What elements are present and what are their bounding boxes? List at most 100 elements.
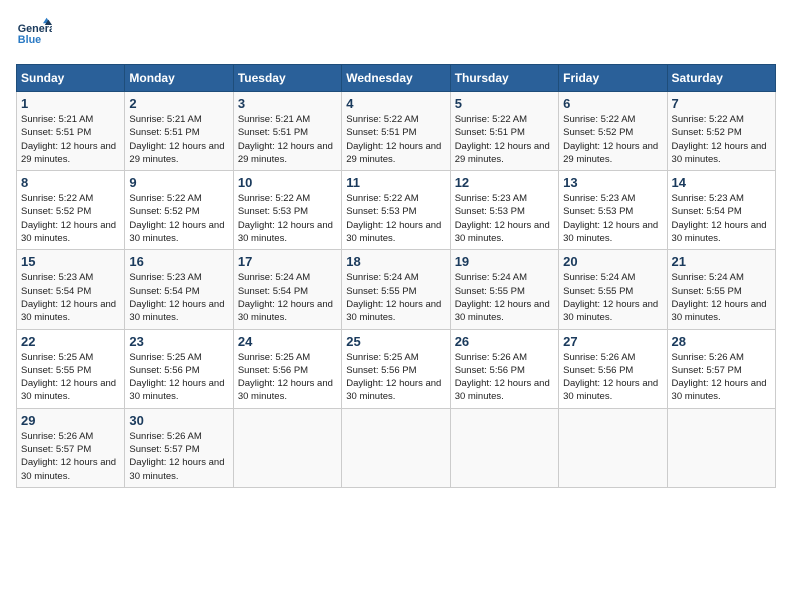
day-number: 11 xyxy=(346,175,445,190)
logo-icon: General Blue xyxy=(16,16,52,52)
empty-cell-4-2 xyxy=(233,408,341,487)
sunrise-label: Sunrise: 5:21 AM xyxy=(238,114,310,125)
day-cell-24: 24 Sunrise: 5:25 AM Sunset: 5:56 PM Dayl… xyxy=(233,329,341,408)
day-cell-30: 30 Sunrise: 5:26 AM Sunset: 5:57 PM Dayl… xyxy=(125,408,233,487)
sunset-label: Sunset: 5:57 PM xyxy=(21,444,91,455)
sunset-label: Sunset: 5:57 PM xyxy=(672,365,742,376)
day-number: 6 xyxy=(563,96,662,111)
daylight-label: Daylight: 12 hours and 30 minutes. xyxy=(21,378,116,402)
sunrise-label: Sunrise: 5:22 AM xyxy=(672,114,744,125)
day-info: Sunrise: 5:24 AM Sunset: 5:54 PM Dayligh… xyxy=(238,271,337,324)
day-number: 23 xyxy=(129,334,228,349)
sunrise-label: Sunrise: 5:24 AM xyxy=(672,272,744,283)
sunset-label: Sunset: 5:55 PM xyxy=(455,286,525,297)
sunrise-label: Sunrise: 5:25 AM xyxy=(238,352,310,363)
sunset-label: Sunset: 5:56 PM xyxy=(346,365,416,376)
day-cell-10: 10 Sunrise: 5:22 AM Sunset: 5:53 PM Dayl… xyxy=(233,171,341,250)
day-cell-20: 20 Sunrise: 5:24 AM Sunset: 5:55 PM Dayl… xyxy=(559,250,667,329)
sunset-label: Sunset: 5:51 PM xyxy=(238,127,308,138)
col-thursday: Thursday xyxy=(450,65,558,92)
day-number: 30 xyxy=(129,413,228,428)
daylight-label: Daylight: 12 hours and 30 minutes. xyxy=(455,378,550,402)
day-number: 28 xyxy=(672,334,771,349)
daylight-label: Daylight: 12 hours and 30 minutes. xyxy=(129,299,224,323)
day-number: 15 xyxy=(21,254,120,269)
sunrise-label: Sunrise: 5:23 AM xyxy=(672,193,744,204)
day-cell-6: 6 Sunrise: 5:22 AM Sunset: 5:52 PM Dayli… xyxy=(559,92,667,171)
day-number: 12 xyxy=(455,175,554,190)
sunrise-label: Sunrise: 5:23 AM xyxy=(21,272,93,283)
day-number: 16 xyxy=(129,254,228,269)
daylight-label: Daylight: 12 hours and 30 minutes. xyxy=(455,220,550,244)
sunset-label: Sunset: 5:55 PM xyxy=(563,286,633,297)
sunrise-label: Sunrise: 5:21 AM xyxy=(129,114,201,125)
sunset-label: Sunset: 5:55 PM xyxy=(21,365,91,376)
day-info: Sunrise: 5:26 AM Sunset: 5:57 PM Dayligh… xyxy=(672,351,771,404)
sunrise-label: Sunrise: 5:26 AM xyxy=(455,352,527,363)
day-info: Sunrise: 5:26 AM Sunset: 5:57 PM Dayligh… xyxy=(129,430,228,483)
calendar-body: 1 Sunrise: 5:21 AM Sunset: 5:51 PM Dayli… xyxy=(17,92,776,488)
day-cell-18: 18 Sunrise: 5:24 AM Sunset: 5:55 PM Dayl… xyxy=(342,250,450,329)
sunset-label: Sunset: 5:51 PM xyxy=(21,127,91,138)
day-number: 5 xyxy=(455,96,554,111)
sunset-label: Sunset: 5:54 PM xyxy=(129,286,199,297)
sunrise-label: Sunrise: 5:23 AM xyxy=(563,193,635,204)
day-cell-14: 14 Sunrise: 5:23 AM Sunset: 5:54 PM Dayl… xyxy=(667,171,775,250)
day-cell-4: 4 Sunrise: 5:22 AM Sunset: 5:51 PM Dayli… xyxy=(342,92,450,171)
daylight-label: Daylight: 12 hours and 29 minutes. xyxy=(129,141,224,165)
day-number: 4 xyxy=(346,96,445,111)
day-info: Sunrise: 5:23 AM Sunset: 5:54 PM Dayligh… xyxy=(21,271,120,324)
sunrise-label: Sunrise: 5:26 AM xyxy=(129,431,201,442)
daylight-label: Daylight: 12 hours and 30 minutes. xyxy=(21,457,116,481)
day-cell-7: 7 Sunrise: 5:22 AM Sunset: 5:52 PM Dayli… xyxy=(667,92,775,171)
col-wednesday: Wednesday xyxy=(342,65,450,92)
sunrise-label: Sunrise: 5:26 AM xyxy=(672,352,744,363)
daylight-label: Daylight: 12 hours and 30 minutes. xyxy=(563,299,658,323)
day-cell-1: 1 Sunrise: 5:21 AM Sunset: 5:51 PM Dayli… xyxy=(17,92,125,171)
sunrise-label: Sunrise: 5:26 AM xyxy=(21,431,93,442)
daylight-label: Daylight: 12 hours and 30 minutes. xyxy=(129,457,224,481)
daylight-label: Daylight: 12 hours and 30 minutes. xyxy=(129,220,224,244)
day-info: Sunrise: 5:26 AM Sunset: 5:56 PM Dayligh… xyxy=(455,351,554,404)
daylight-label: Daylight: 12 hours and 30 minutes. xyxy=(672,220,767,244)
sunset-label: Sunset: 5:54 PM xyxy=(21,286,91,297)
day-cell-29: 29 Sunrise: 5:26 AM Sunset: 5:57 PM Dayl… xyxy=(17,408,125,487)
day-info: Sunrise: 5:25 AM Sunset: 5:56 PM Dayligh… xyxy=(346,351,445,404)
day-cell-23: 23 Sunrise: 5:25 AM Sunset: 5:56 PM Dayl… xyxy=(125,329,233,408)
sunset-label: Sunset: 5:53 PM xyxy=(455,206,525,217)
day-cell-25: 25 Sunrise: 5:25 AM Sunset: 5:56 PM Dayl… xyxy=(342,329,450,408)
day-info: Sunrise: 5:23 AM Sunset: 5:54 PM Dayligh… xyxy=(672,192,771,245)
sunrise-label: Sunrise: 5:22 AM xyxy=(346,114,418,125)
sunrise-label: Sunrise: 5:21 AM xyxy=(21,114,93,125)
day-number: 19 xyxy=(455,254,554,269)
sunset-label: Sunset: 5:55 PM xyxy=(346,286,416,297)
day-info: Sunrise: 5:24 AM Sunset: 5:55 PM Dayligh… xyxy=(346,271,445,324)
day-number: 1 xyxy=(21,96,120,111)
sunset-label: Sunset: 5:51 PM xyxy=(455,127,525,138)
day-cell-16: 16 Sunrise: 5:23 AM Sunset: 5:54 PM Dayl… xyxy=(125,250,233,329)
day-info: Sunrise: 5:22 AM Sunset: 5:51 PM Dayligh… xyxy=(455,113,554,166)
day-number: 21 xyxy=(672,254,771,269)
day-info: Sunrise: 5:25 AM Sunset: 5:56 PM Dayligh… xyxy=(238,351,337,404)
day-info: Sunrise: 5:22 AM Sunset: 5:53 PM Dayligh… xyxy=(346,192,445,245)
empty-cell-4-4 xyxy=(450,408,558,487)
day-cell-9: 9 Sunrise: 5:22 AM Sunset: 5:52 PM Dayli… xyxy=(125,171,233,250)
calendar-table: Sunday Monday Tuesday Wednesday Thursday… xyxy=(16,64,776,488)
empty-cell-4-5 xyxy=(559,408,667,487)
col-sunday: Sunday xyxy=(17,65,125,92)
sunrise-label: Sunrise: 5:22 AM xyxy=(455,114,527,125)
daylight-label: Daylight: 12 hours and 30 minutes. xyxy=(672,141,767,165)
empty-cell-4-6 xyxy=(667,408,775,487)
sunrise-label: Sunrise: 5:25 AM xyxy=(21,352,93,363)
day-info: Sunrise: 5:22 AM Sunset: 5:52 PM Dayligh… xyxy=(563,113,662,166)
day-number: 9 xyxy=(129,175,228,190)
week-row-3: 15 Sunrise: 5:23 AM Sunset: 5:54 PM Dayl… xyxy=(17,250,776,329)
sunrise-label: Sunrise: 5:22 AM xyxy=(563,114,635,125)
day-info: Sunrise: 5:22 AM Sunset: 5:53 PM Dayligh… xyxy=(238,192,337,245)
logo: General Blue xyxy=(16,16,52,52)
day-cell-3: 3 Sunrise: 5:21 AM Sunset: 5:51 PM Dayli… xyxy=(233,92,341,171)
day-number: 2 xyxy=(129,96,228,111)
day-info: Sunrise: 5:22 AM Sunset: 5:52 PM Dayligh… xyxy=(672,113,771,166)
sunrise-label: Sunrise: 5:22 AM xyxy=(21,193,93,204)
day-number: 29 xyxy=(21,413,120,428)
